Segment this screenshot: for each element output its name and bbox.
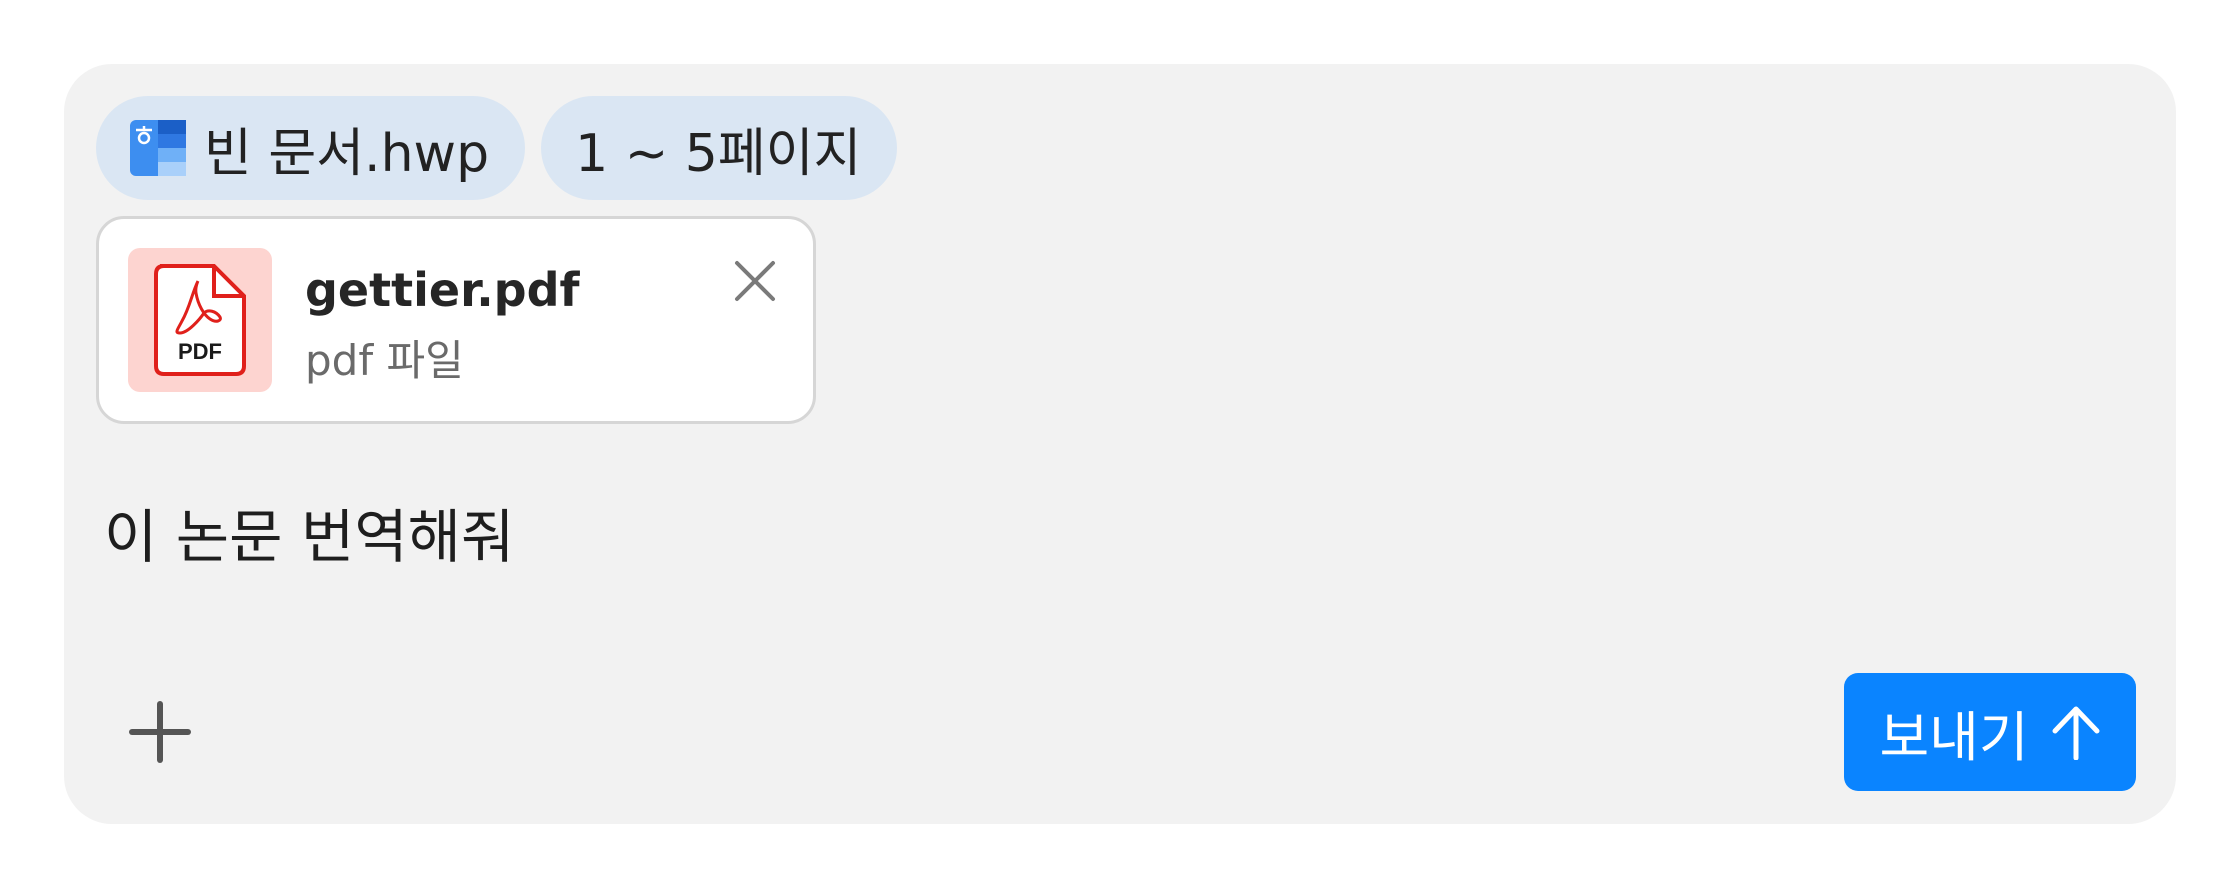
document-chip[interactable]: 빈 문서.hwp (96, 96, 526, 200)
message-input-text[interactable]: 이 논문 번역해줘 (104, 490, 514, 574)
plus-icon[interactable] (128, 700, 192, 764)
arrow-up-icon (2052, 706, 2100, 760)
attachment-file-name: gettier.pdf (305, 263, 580, 317)
send-button[interactable]: 보내기 (1844, 673, 2136, 791)
attachment-file-type: pdf 파일 (305, 336, 464, 385)
message-composer: 빈 문서.hwp 1 ~ 5페이지 PDF gettier.pdf pdf 파일… (64, 64, 2176, 824)
document-chip-label: 빈 문서.hwp (204, 123, 490, 184)
page-range-chip[interactable]: 1 ~ 5페이지 (541, 96, 898, 200)
close-icon[interactable] (731, 257, 779, 305)
attachment-card[interactable]: PDF gettier.pdf pdf 파일 (96, 216, 816, 424)
send-button-label: 보내기 (1879, 705, 2029, 769)
hwp-document-icon (130, 120, 186, 176)
page-range-label: 1 ~ 5페이지 (575, 123, 862, 184)
pdf-file-icon: PDF (128, 248, 272, 392)
context-chips: 빈 문서.hwp 1 ~ 5페이지 (96, 96, 898, 200)
pdf-icon-text: PDF (178, 339, 222, 364)
